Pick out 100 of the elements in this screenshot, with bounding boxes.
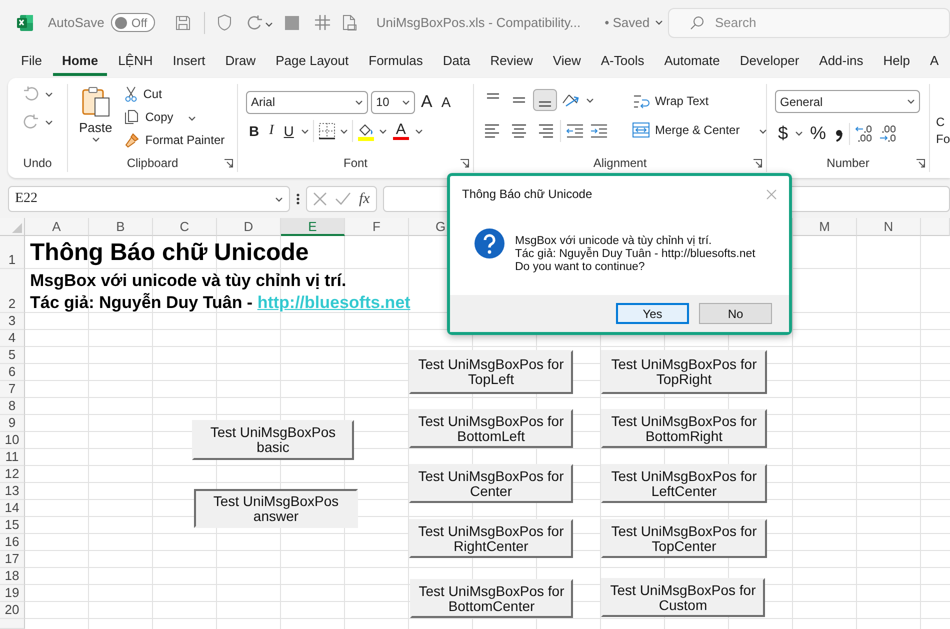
caret-icon xyxy=(265,22,274,27)
ribbon-tab[interactable]: A xyxy=(920,47,948,76)
row-header[interactable]: 2 xyxy=(0,269,25,313)
copy-button[interactable]: Copy xyxy=(121,107,228,127)
ribbon-tab[interactable]: Draw xyxy=(216,47,265,76)
row-header[interactable]: 6 xyxy=(0,364,25,381)
macro-button[interactable]: Test UniMsgBoxPos for Center xyxy=(409,464,573,503)
row-header[interactable]: 16 xyxy=(0,534,25,551)
decrease-decimal-icon[interactable] xyxy=(878,124,898,144)
dialog-launcher-icon[interactable] xyxy=(460,159,469,168)
font-name-dropdown[interactable]: Arial xyxy=(246,90,368,114)
macro-button[interactable]: Test UniMsgBoxPos for TopRight xyxy=(601,350,767,394)
checkmark-icon[interactable] xyxy=(335,192,351,206)
shield-icon[interactable] xyxy=(217,14,232,31)
column-header[interactable]: N xyxy=(857,218,921,236)
column-header[interactable]: B xyxy=(89,218,153,236)
row-header[interactable]: 1 xyxy=(0,236,25,269)
ribbon-tab[interactable]: LỆNH xyxy=(109,47,162,76)
macro-button[interactable]: Test UniMsgBoxPos for TopCenter xyxy=(601,519,767,558)
column-header[interactable]: E xyxy=(281,218,345,236)
column-header[interactable]: A xyxy=(25,218,89,236)
row-header[interactable]: 15 xyxy=(0,517,25,534)
ribbon-tab[interactable]: Page Layout xyxy=(266,47,358,76)
dialog-launcher-icon[interactable] xyxy=(224,159,233,168)
redo-icon[interactable] xyxy=(246,14,264,30)
decrease-indent-icon[interactable] xyxy=(565,122,585,140)
cut-button[interactable]: Cut xyxy=(121,84,228,104)
row-header[interactable]: 17 xyxy=(0,551,25,568)
ribbon-tab[interactable]: View xyxy=(544,47,590,76)
macro-button[interactable]: Test UniMsgBoxPos for Custom xyxy=(601,578,765,617)
bold-button[interactable]: B xyxy=(246,121,262,141)
ribbon-tab[interactable]: Add-ins xyxy=(810,47,872,76)
row-header[interactable]: 7 xyxy=(0,381,25,398)
ribbon-tab[interactable]: Help xyxy=(874,47,919,76)
autosave-toggle[interactable]: Off xyxy=(111,13,156,32)
column-header[interactable]: D xyxy=(217,218,281,236)
dialog-button[interactable]: No xyxy=(699,303,772,324)
macro-button[interactable]: Test UniMsgBoxPos basic xyxy=(192,420,354,460)
insert-function-button[interactable]: fx xyxy=(359,190,370,208)
caret-icon xyxy=(758,129,767,134)
macro-button[interactable]: Test UniMsgBoxPos answer xyxy=(194,489,358,528)
percent-button[interactable]: % xyxy=(807,121,830,146)
increase-decimal-icon[interactable] xyxy=(854,124,874,144)
row-header[interactable]: 12 xyxy=(0,466,25,483)
underline-button[interactable]: U xyxy=(280,121,297,141)
ribbon-tab[interactable]: File xyxy=(12,47,51,76)
macro-button[interactable]: Test UniMsgBoxPos for RightCenter xyxy=(409,519,573,558)
merge-center-button[interactable]: Merge & Center xyxy=(629,120,770,140)
macro-button[interactable]: Test UniMsgBoxPos for LeftCenter xyxy=(601,464,767,503)
font-color-button[interactable]: A xyxy=(390,122,411,140)
row-header[interactable]: 8 xyxy=(0,398,25,415)
wrap-text-button[interactable]: Wrap Text xyxy=(629,90,770,112)
increase-indent-icon[interactable] xyxy=(589,122,609,140)
row-header[interactable]: 13 xyxy=(0,483,25,500)
dialog-launcher-icon[interactable] xyxy=(916,159,925,168)
row-header[interactable]: 18 xyxy=(0,568,25,585)
fill-color-icon[interactable] xyxy=(356,122,375,140)
row-header[interactable]: 14 xyxy=(0,500,25,517)
grid-icon[interactable] xyxy=(315,15,330,30)
number-format-dropdown[interactable]: General xyxy=(775,90,920,113)
paste-button[interactable]: Paste xyxy=(76,84,116,156)
more-icon[interactable] xyxy=(296,192,300,206)
row-header[interactable]: 20 xyxy=(0,602,25,619)
ribbon-tab[interactable]: Formulas xyxy=(360,47,432,76)
row-header[interactable]: 11 xyxy=(0,449,25,466)
row-header[interactable]: 3 xyxy=(0,313,25,330)
row-header[interactable]: 9 xyxy=(0,415,25,432)
save-status[interactable]: • Saved xyxy=(604,15,663,30)
macro-button[interactable]: Test UniMsgBoxPos for BottomLeft xyxy=(409,409,573,448)
ribbon-tab[interactable]: Data xyxy=(434,47,480,76)
increase-font-size-button[interactable]: A xyxy=(418,90,436,114)
currency-button[interactable]: $ xyxy=(775,121,792,146)
decrease-font-size-button[interactable]: A xyxy=(438,92,454,112)
borders-icon[interactable] xyxy=(318,122,336,140)
macro-button[interactable]: Test UniMsgBoxPos for BottomRight xyxy=(601,409,767,448)
dialog-button[interactable]: Yes xyxy=(616,303,689,324)
column-header[interactable]: C xyxy=(153,218,217,236)
format-painter-button[interactable]: Format Painter xyxy=(121,130,228,150)
save-icon[interactable] xyxy=(175,14,192,30)
ribbon-tab[interactable]: Automate xyxy=(655,47,729,76)
macro-button[interactable]: Test UniMsgBoxPos for TopLeft xyxy=(409,350,573,394)
row-header[interactable]: 4 xyxy=(0,330,25,347)
ribbon-tab[interactable]: A-Tools xyxy=(592,47,654,76)
search-field[interactable]: Search xyxy=(668,8,950,38)
document-icon[interactable] xyxy=(342,14,358,31)
bottom-align-icon[interactable] xyxy=(534,90,556,110)
row-header[interactable]: 5 xyxy=(0,347,25,364)
ribbon-tab[interactable]: Insert xyxy=(164,47,214,76)
column-header[interactable]: M xyxy=(793,218,857,236)
italic-button[interactable]: I xyxy=(266,121,277,141)
stop-icon[interactable] xyxy=(285,16,300,30)
font-size-dropdown[interactable]: 10 xyxy=(371,90,415,114)
dialog-launcher-icon[interactable] xyxy=(753,159,762,168)
name-box[interactable]: E22 xyxy=(8,186,290,212)
ribbon-tab[interactable]: Review xyxy=(481,47,542,76)
column-header[interactable]: F xyxy=(345,218,409,236)
row-header[interactable]: 19 xyxy=(0,585,25,602)
ribbon-tab[interactable]: Developer xyxy=(730,47,808,76)
macro-button[interactable]: Test UniMsgBoxPos for BottomCenter xyxy=(410,579,573,618)
row-header[interactable]: 10 xyxy=(0,432,25,449)
